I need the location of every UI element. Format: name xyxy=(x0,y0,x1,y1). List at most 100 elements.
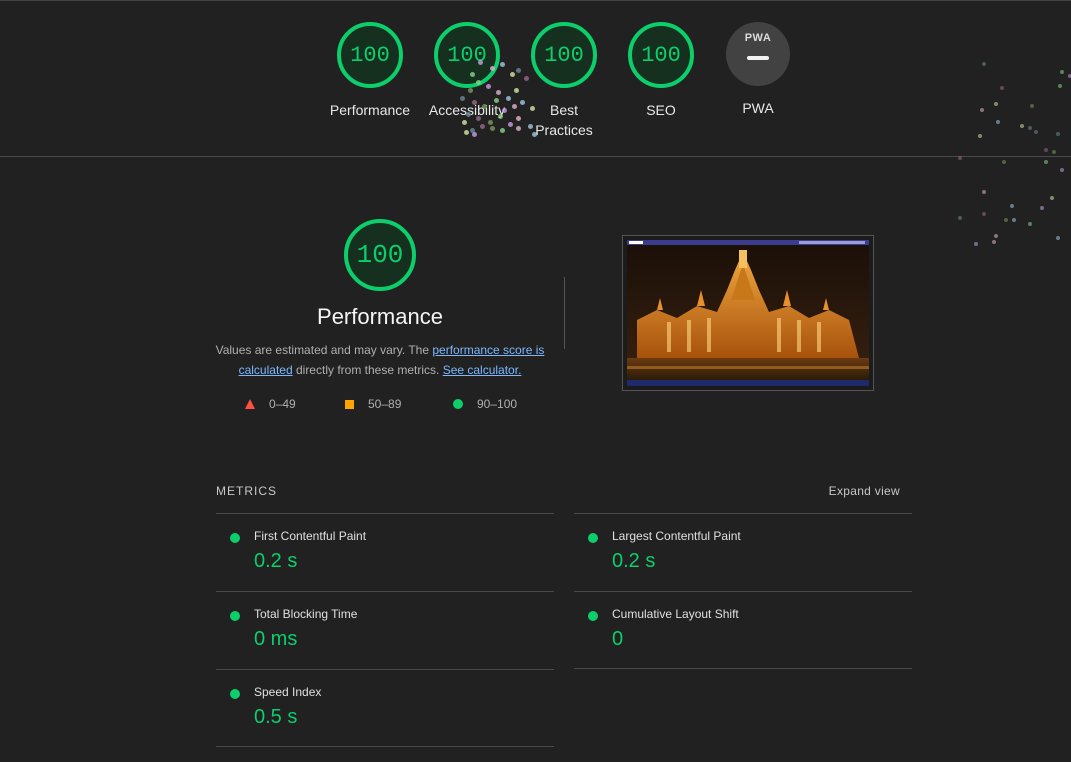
see-calculator-link[interactable]: See calculator. xyxy=(443,363,522,377)
confetti-dot xyxy=(510,72,515,77)
confetti-dot xyxy=(994,234,998,238)
confetti-dot xyxy=(498,114,503,119)
pass-circle-icon xyxy=(453,399,463,409)
confetti-dot xyxy=(982,212,986,216)
legend-average-label: 50–89 xyxy=(368,397,402,411)
confetti-dot xyxy=(992,240,996,244)
confetti-dot xyxy=(466,112,471,117)
metric-lcp: Largest Contentful Paint 0.2 s xyxy=(574,513,912,591)
confetti-dot xyxy=(978,134,982,138)
confetti-dot xyxy=(482,104,487,109)
performance-score-gauge: 100 xyxy=(344,219,416,291)
confetti-dot xyxy=(958,156,962,160)
confetti-dot xyxy=(472,132,477,137)
confetti-dot xyxy=(524,76,529,81)
metric-value: 0.5 s xyxy=(254,706,298,728)
confetti-dot xyxy=(1060,168,1064,172)
confetti-dot xyxy=(528,124,533,129)
confetti-dot xyxy=(1052,150,1056,154)
confetti-dot xyxy=(958,216,962,220)
metric-value: 0 ms xyxy=(254,628,298,650)
confetti-dot xyxy=(500,62,505,67)
pass-circle-icon xyxy=(230,689,240,699)
screenshot-image xyxy=(627,240,869,386)
metrics-divider xyxy=(574,668,912,669)
metrics-divider xyxy=(216,746,554,747)
confetti-dot xyxy=(480,124,485,129)
confetti-dot xyxy=(478,60,483,65)
confetti-dot xyxy=(460,96,465,101)
confetti-dot xyxy=(494,98,499,103)
gauge-pwa[interactable]: PWA PWA xyxy=(709,22,807,118)
gauge-best-practices-score: 100 xyxy=(531,22,597,88)
confetti-dot xyxy=(464,130,469,135)
confetti-dot xyxy=(996,120,1000,124)
screenshot-footer xyxy=(627,380,869,386)
section-divider xyxy=(564,277,565,349)
pwa-badge-text: PWA xyxy=(744,32,772,44)
confetti-dot xyxy=(500,128,505,133)
confetti-dot xyxy=(476,80,481,85)
legend-pass: 90–100 xyxy=(453,397,517,411)
confetti-dot xyxy=(468,88,473,93)
gauge-pwa-label: PWA xyxy=(742,100,774,116)
pwa-badge-icon: PWA xyxy=(726,22,790,86)
metric-label: Largest Contentful Paint xyxy=(612,529,741,543)
confetti-dot xyxy=(476,116,481,121)
confetti-dot xyxy=(1058,84,1062,88)
confetti-dot xyxy=(516,68,521,73)
legend-fail: 0–49 xyxy=(245,397,296,411)
confetti-dot xyxy=(994,102,998,106)
metric-label: First Contentful Paint xyxy=(254,529,367,543)
gauge-seo[interactable]: 100 SEO xyxy=(612,22,710,120)
confetti-dot xyxy=(520,100,525,105)
desc-middle: directly from these metrics. xyxy=(292,363,443,377)
desc-prefix: Values are estimated and may vary. The xyxy=(215,343,433,357)
confetti-dot xyxy=(512,104,517,109)
confetti-dot xyxy=(1050,196,1054,200)
confetti-dot xyxy=(472,100,477,105)
confetti-dot xyxy=(1044,160,1048,164)
confetti-dot xyxy=(1002,160,1006,164)
gauge-performance-label: Performance xyxy=(329,102,411,118)
pwa-dash-icon xyxy=(747,56,769,60)
gauge-seo-score: 100 xyxy=(628,22,694,88)
confetti-dot xyxy=(516,126,521,131)
confetti-dot xyxy=(506,96,511,101)
confetti-dot xyxy=(516,116,521,121)
confetti-dot xyxy=(502,108,507,113)
confetti-dot xyxy=(496,90,501,95)
confetti-dot xyxy=(514,88,519,93)
metric-value: 0 xyxy=(612,628,624,650)
metric-label: Cumulative Layout Shift xyxy=(612,607,739,621)
gauge-best-practices-label: Best Practices xyxy=(535,102,593,138)
fail-triangle-icon xyxy=(245,399,255,409)
confetti-dot xyxy=(1056,132,1060,136)
confetti-dot xyxy=(982,62,986,66)
confetti-dot xyxy=(462,120,467,125)
screenshot-nav xyxy=(799,241,865,244)
metric-si: Speed Index 0.5 s xyxy=(216,669,554,747)
gauge-best-practices[interactable]: 100 Best Practices xyxy=(515,22,613,140)
confetti-dot xyxy=(974,242,978,246)
gauge-performance[interactable]: 100 Performance xyxy=(321,22,419,120)
final-screenshot-thumbnail[interactable] xyxy=(622,235,874,391)
legend-pass-label: 90–100 xyxy=(477,397,518,411)
pass-circle-icon xyxy=(588,533,598,543)
legend-average: 50–89 xyxy=(345,397,401,411)
screenshot-logo xyxy=(629,241,643,244)
gauge-accessibility[interactable]: 100 Accessibility xyxy=(418,22,516,120)
metric-label: Total Blocking Time xyxy=(254,607,358,621)
confetti-dot xyxy=(470,72,475,77)
metric-value: 0.2 s xyxy=(612,550,656,572)
confetti-dot xyxy=(1020,124,1024,128)
confetti-dot xyxy=(1034,130,1038,134)
confetti-dot xyxy=(1010,204,1014,208)
confetti-dot xyxy=(508,122,513,127)
confetti-dot xyxy=(980,108,984,112)
confetti-dot xyxy=(490,126,495,131)
confetti-dot xyxy=(1040,206,1044,210)
confetti-dot xyxy=(490,66,495,71)
confetti-dot xyxy=(1028,126,1032,130)
expand-view-toggle[interactable]: Expand view xyxy=(829,484,900,498)
